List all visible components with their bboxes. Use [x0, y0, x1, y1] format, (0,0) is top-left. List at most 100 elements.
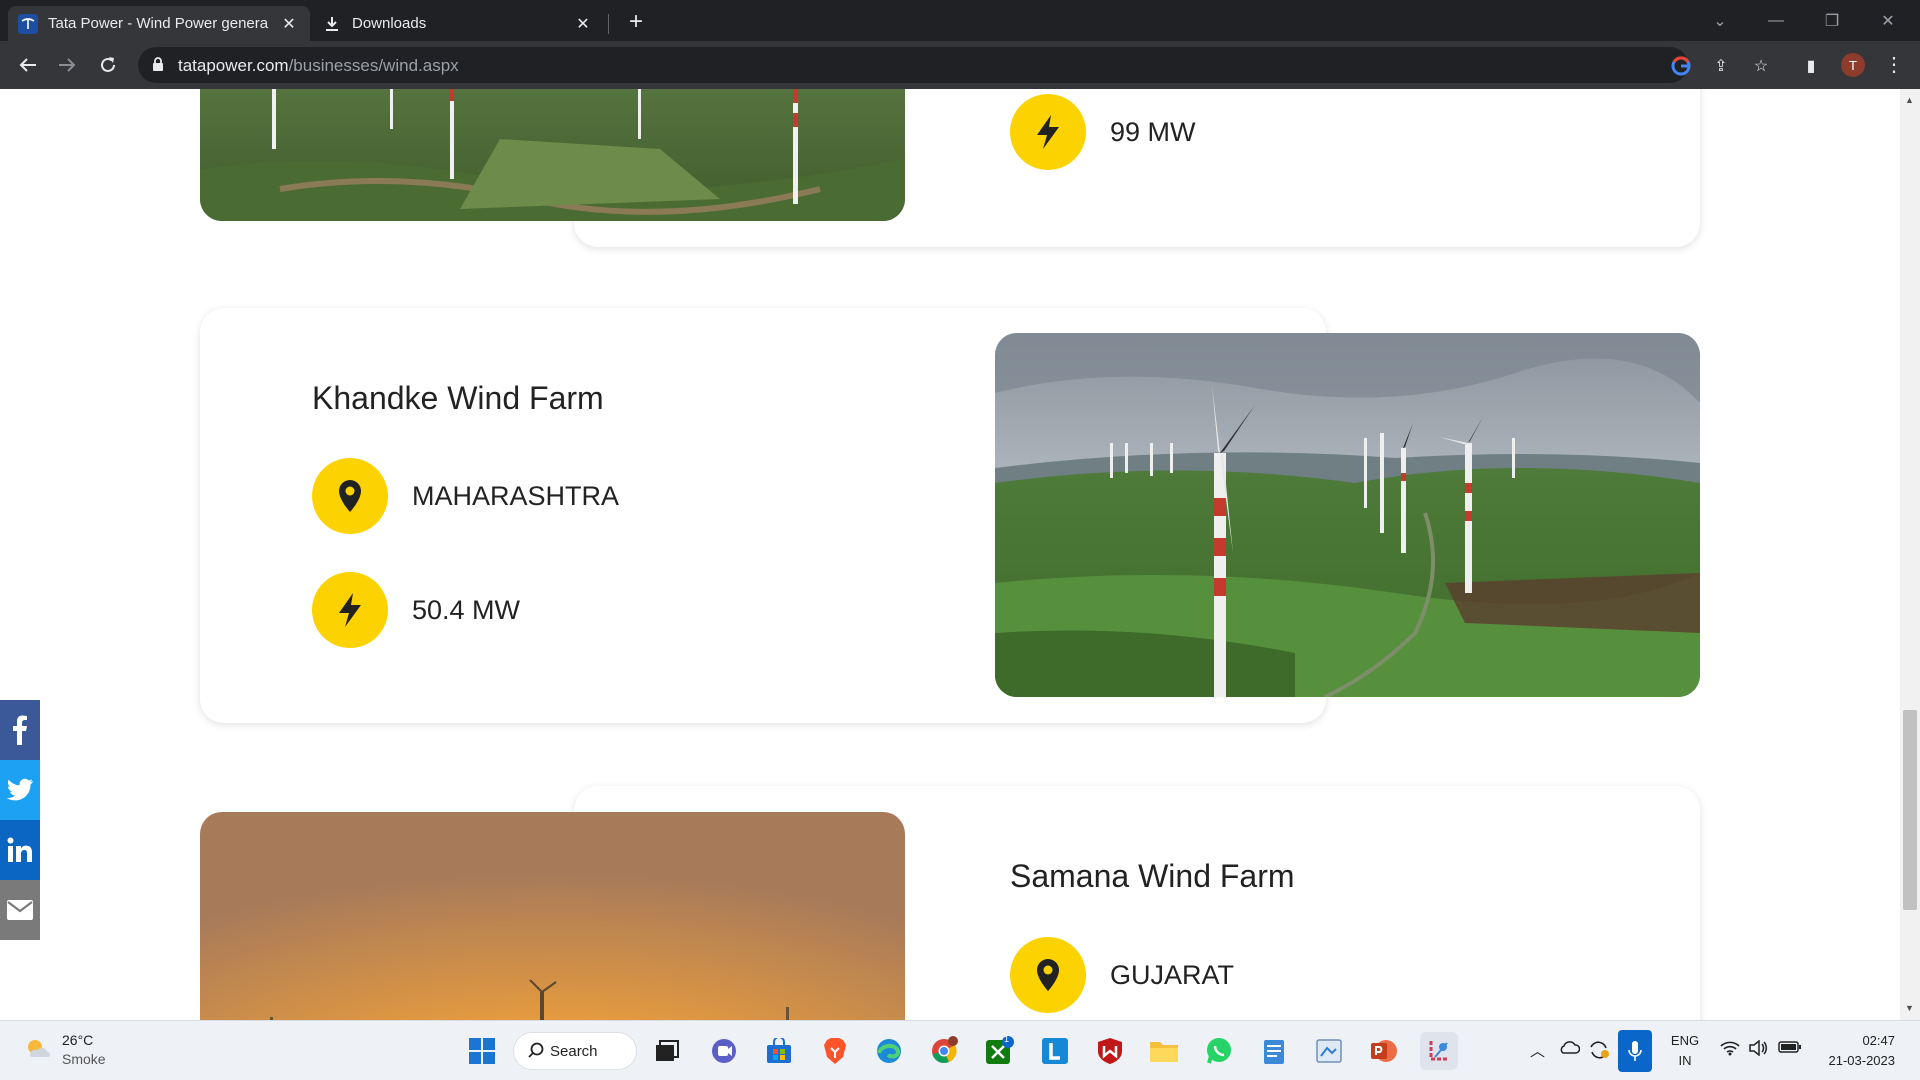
share-icon[interactable]: ⇪ — [1710, 55, 1732, 77]
scrollbar-thumb[interactable] — [1903, 710, 1917, 910]
notepad-icon[interactable] — [1255, 1032, 1293, 1070]
lock-icon — [152, 57, 164, 77]
whatsapp-icon[interactable] — [1200, 1032, 1238, 1070]
battery-charging-icon[interactable] — [1778, 1040, 1802, 1058]
capacity-value: 99 MW — [1110, 116, 1196, 147]
xbox-app-icon[interactable]: 1 — [980, 1032, 1018, 1070]
volume-icon[interactable] — [1748, 1039, 1768, 1060]
snipping-tool-icon[interactable] — [1420, 1032, 1458, 1070]
linkedin-icon — [7, 837, 32, 862]
wifi-icon[interactable] — [1720, 1040, 1740, 1060]
tab-search-icon[interactable]: ⌄ — [1692, 0, 1748, 41]
profile-avatar[interactable]: T — [1841, 53, 1865, 77]
location-row-khandke: MAHARASHTRA — [312, 458, 619, 534]
tab-divider — [608, 14, 609, 34]
windows-taskbar: 26°C Smoke Search 1 ︿ ENG IN 02:47 21-03… — [0, 1020, 1920, 1080]
weather-haze-icon — [28, 1040, 51, 1057]
new-tab-button[interactable]: + — [622, 8, 650, 36]
weather-temp: 26°C — [62, 1032, 94, 1048]
microphone-icon[interactable] — [1618, 1030, 1652, 1072]
restore-button[interactable]: ❐ — [1804, 0, 1860, 41]
microsoft-store-icon[interactable] — [760, 1032, 798, 1070]
tata-logo-icon — [18, 13, 38, 34]
edge-browser-icon[interactable] — [870, 1032, 908, 1070]
powerpoint-icon[interactable] — [1365, 1032, 1403, 1070]
onedrive-cloud-icon[interactable] — [1558, 1040, 1581, 1058]
linkedin-share-button[interactable] — [0, 820, 40, 880]
taskbar-search-box[interactable]: Search — [513, 1032, 637, 1070]
location-value: MAHARASHTRA — [412, 480, 620, 511]
chevron-up-icon[interactable]: ︿ — [1530, 1040, 1545, 1061]
sync-icon[interactable] — [1588, 1040, 1610, 1064]
capacity-value: 50.4 MW — [412, 594, 521, 625]
reload-icon — [101, 57, 115, 72]
email-share-button[interactable] — [0, 880, 40, 940]
page-content: 99 MW Khandke Wind Farm MAHARASHTRA 50.4… — [0, 89, 1900, 1020]
chrome-browser-icon[interactable] — [925, 1032, 963, 1070]
email-icon — [7, 900, 33, 920]
location-value: GUJARAT — [1110, 959, 1235, 990]
facebook-share-button[interactable] — [0, 700, 40, 760]
language-indicator[interactable]: ENG IN — [1668, 1031, 1702, 1071]
capacity-row-1: 99 MW — [1010, 94, 1196, 170]
lightning-bolt-icon — [1010, 94, 1086, 170]
bookmark-star-icon[interactable]: ☆ — [1750, 55, 1772, 77]
capacity-row-khandke: 50.4 MW — [312, 572, 520, 648]
wind-farm-photo-1 — [200, 89, 905, 221]
url-host: tatapower.com — [178, 56, 289, 75]
close-window-button[interactable]: ✕ — [1860, 0, 1916, 41]
download-icon — [322, 14, 342, 34]
tab-downloads[interactable]: Downloads ✕ — [312, 6, 604, 41]
minimize-button[interactable]: — — [1748, 0, 1804, 41]
reload-button[interactable] — [94, 51, 122, 79]
tab-title: Tata Power - Wind Power genera — [48, 15, 269, 32]
l-app-icon[interactable] — [1036, 1032, 1074, 1070]
google-lens-icon[interactable] — [1670, 55, 1692, 77]
browser-tab-strip: Tata Power - Wind Power genera ✕ Downloa… — [0, 0, 1920, 41]
scroll-up-arrow-icon[interactable]: ▲ — [1905, 95, 1914, 105]
lightning-bolt-icon — [312, 572, 388, 648]
browser-toolbar: tatapower.com/businesses/wind.aspx ⇪ ☆ ▮… — [0, 41, 1920, 89]
farm-title-samana: Samana Wind Farm — [1010, 858, 1295, 894]
back-arrow-icon — [19, 58, 36, 72]
file-explorer-icon[interactable] — [1145, 1032, 1183, 1070]
facebook-icon — [13, 715, 27, 745]
menu-kebab-icon[interactable]: ⋮ — [1884, 53, 1904, 77]
system-clock[interactable]: 02:47 21-03-2023 — [1815, 1031, 1896, 1071]
paint-app-icon[interactable] — [1310, 1032, 1348, 1070]
search-icon — [528, 1042, 544, 1062]
url-text: tatapower.com/businesses/wind.aspx — [178, 56, 459, 76]
location-pin-icon — [312, 458, 388, 534]
tab-tata-power[interactable]: Tata Power - Wind Power genera ✕ — [8, 6, 310, 41]
language-secondary: IN — [1678, 1053, 1692, 1068]
twitter-icon — [6, 778, 33, 801]
clock-date: 21-03-2023 — [1828, 1053, 1896, 1068]
mcafee-icon[interactable] — [1091, 1032, 1129, 1070]
weather-widget[interactable]: 26°C Smoke — [24, 1031, 106, 1069]
farm-title-khandke: Khandke Wind Farm — [312, 380, 604, 416]
address-bar[interactable]: tatapower.com/businesses/wind.aspx ⇪ ☆ — [138, 47, 1768, 83]
tab-title: Downloads — [352, 15, 427, 32]
weather-desc: Smoke — [62, 1051, 106, 1067]
clock-time: 02:47 — [1862, 1033, 1895, 1048]
back-button[interactable] — [14, 51, 42, 79]
close-tab-icon[interactable]: ✕ — [572, 13, 594, 35]
close-tab-icon[interactable]: ✕ — [278, 13, 300, 35]
location-row-samana: GUJARAT — [1010, 937, 1234, 1013]
location-pin-icon — [1010, 937, 1086, 1013]
forward-arrow-icon — [59, 58, 76, 72]
task-view-icon[interactable] — [648, 1032, 686, 1070]
brave-browser-icon[interactable] — [816, 1032, 854, 1070]
url-path: /businesses/wind.aspx — [288, 56, 459, 75]
twitter-share-button[interactable] — [0, 760, 40, 820]
wind-farm-photo-samana — [200, 812, 905, 1020]
language-primary: ENG — [1670, 1033, 1700, 1048]
side-panel-icon[interactable]: ▮ — [1800, 55, 1822, 77]
forward-button[interactable] — [53, 51, 81, 79]
page-scrollbar[interactable]: ▲ ▼ — [1900, 89, 1920, 1020]
start-button[interactable] — [463, 1032, 501, 1070]
teams-chat-icon[interactable] — [705, 1032, 743, 1070]
scroll-down-arrow-icon[interactable]: ▼ — [1905, 1003, 1914, 1013]
search-label: Search — [550, 1042, 598, 1060]
notification-badge: 1 — [1004, 1034, 1010, 1044]
